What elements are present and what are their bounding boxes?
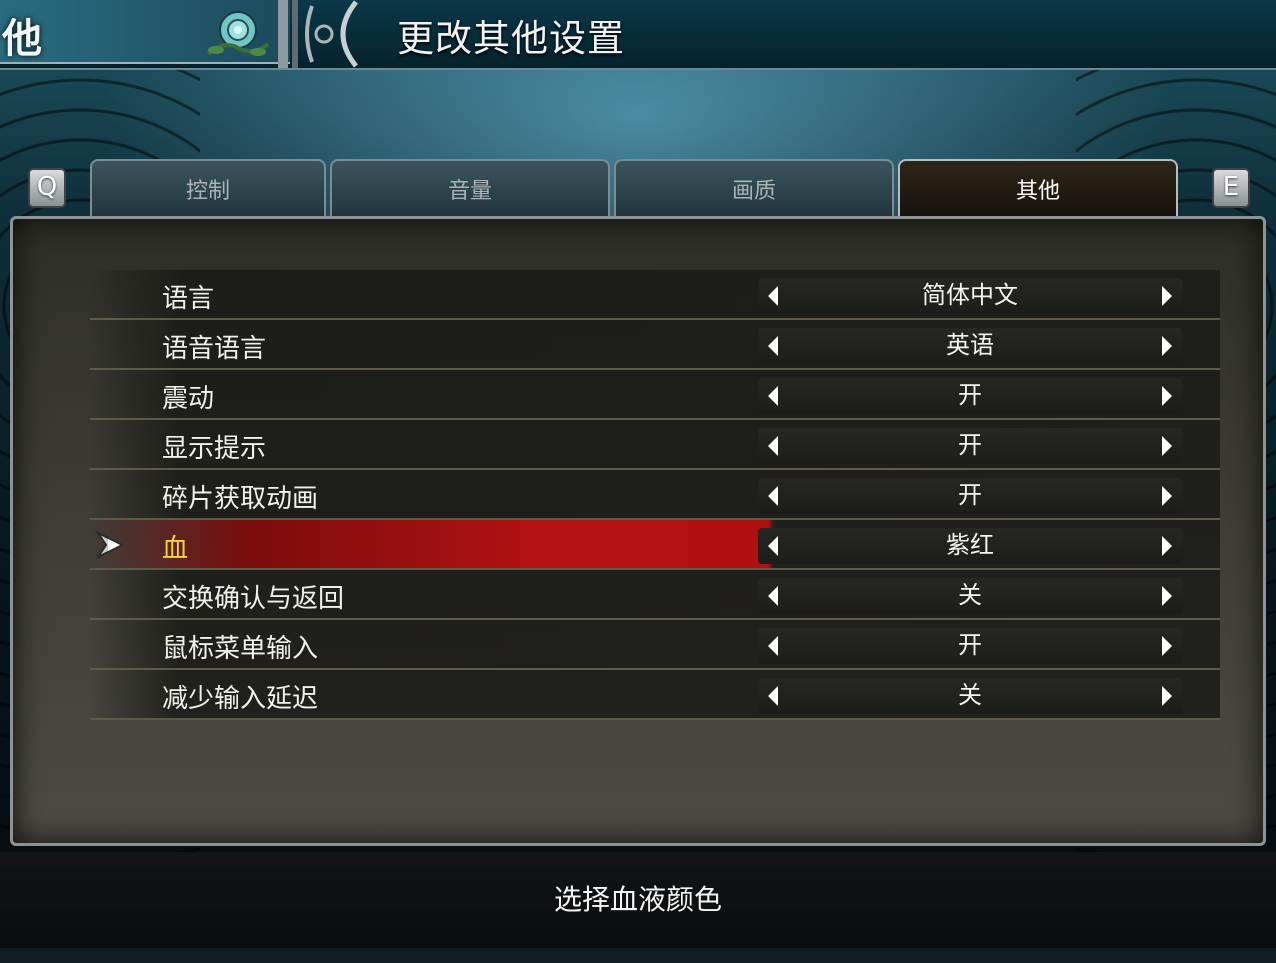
setting-row-mouse-menu-input[interactable]: 鼠标菜单输入 开 — [90, 620, 1220, 670]
setting-row-reduce-input-lag[interactable]: 减少输入延迟 关 — [90, 670, 1220, 720]
setting-label: 碎片获取动画 — [162, 484, 319, 514]
option-selector[interactable]: 紫红 — [758, 528, 1182, 564]
arrow-right-icon[interactable] — [1154, 632, 1178, 660]
setting-row-shard-animation[interactable]: 碎片获取动画 开 — [90, 470, 1220, 520]
tab-other[interactable]: 其他 — [898, 159, 1178, 217]
arrow-right-icon[interactable] — [1154, 332, 1178, 360]
rose-emblem-icon — [206, 11, 270, 56]
tab-controls[interactable]: 控制 — [90, 159, 326, 217]
option-value: 紫红 — [946, 531, 994, 559]
arrow-left-icon[interactable] — [762, 332, 786, 360]
setting-row-swap-confirm-back[interactable]: 交换确认与返回 关 — [90, 570, 1220, 620]
arrow-right-icon[interactable] — [1154, 682, 1178, 710]
option-selector[interactable]: 关 — [758, 578, 1182, 614]
arrow-left-icon[interactable] — [762, 582, 786, 610]
previous-menu-text: 他 — [2, 16, 42, 62]
setting-label: 语言 — [162, 284, 215, 314]
option-value: 开 — [958, 631, 982, 659]
setting-row-show-hints[interactable]: 显示提示 开 — [90, 420, 1220, 470]
setting-row-blood[interactable]: 血 紫红 — [90, 520, 1220, 570]
option-selector[interactable]: 英语 — [758, 328, 1182, 364]
option-value: 开 — [958, 481, 982, 509]
arrow-left-icon[interactable] — [762, 282, 786, 310]
setting-label: 震动 — [162, 384, 215, 414]
option-value: 关 — [958, 581, 982, 609]
option-selector[interactable]: 开 — [758, 628, 1182, 664]
setting-label: 交换确认与返回 — [162, 584, 345, 614]
setting-label: 鼠标菜单输入 — [162, 634, 319, 664]
ornament-icon — [278, 0, 358, 68]
arrow-left-icon[interactable] — [762, 682, 786, 710]
selection-cursor-icon — [96, 530, 125, 560]
option-selector[interactable]: 开 — [758, 378, 1182, 414]
setting-row-voice-language[interactable]: 语音语言 英语 — [90, 320, 1220, 370]
tab-graphics[interactable]: 画质 — [614, 159, 894, 217]
setting-label: 语音语言 — [162, 334, 267, 364]
arrow-right-icon[interactable] — [1154, 382, 1178, 410]
arrow-right-icon[interactable] — [1154, 532, 1178, 560]
help-text: 选择血液颜色 — [553, 883, 722, 916]
option-value: 开 — [958, 431, 982, 459]
arrow-left-icon[interactable] — [762, 482, 786, 510]
page-title: 更改其他设置 — [397, 17, 625, 60]
option-value: 英语 — [946, 331, 994, 359]
arrow-right-icon[interactable] — [1154, 582, 1178, 610]
arrow-right-icon[interactable] — [1154, 282, 1178, 310]
arrow-right-icon[interactable] — [1154, 482, 1178, 510]
option-selector[interactable]: 开 — [758, 428, 1182, 464]
option-value: 关 — [958, 681, 982, 709]
title-bar: 他 更改其他设置 — [0, 0, 1276, 70]
option-value: 简体中文 — [922, 281, 1018, 309]
bottom-strip — [0, 948, 1276, 963]
option-selector[interactable]: 关 — [758, 678, 1182, 714]
setting-label: 显示提示 — [162, 434, 267, 464]
option-selector[interactable]: 简体中文 — [758, 278, 1182, 314]
next-tab-key-button[interactable]: E — [1212, 168, 1250, 208]
arrow-left-icon[interactable] — [762, 432, 786, 460]
option-value: 开 — [958, 381, 982, 409]
setting-row-vibration[interactable]: 震动 开 — [90, 370, 1220, 420]
settings-list: 语言 简体中文 语音语言 英语 震动 开 显示提示 开 碎片获取动画 开 血 紫… — [90, 270, 1220, 720]
arrow-left-icon[interactable] — [762, 632, 786, 660]
setting-label: 血 — [162, 534, 189, 564]
option-selector[interactable]: 开 — [758, 478, 1182, 514]
prev-tab-key-button[interactable]: Q — [28, 168, 66, 208]
tab-volume[interactable]: 音量 — [330, 159, 610, 217]
setting-row-language[interactable]: 语言 简体中文 — [90, 270, 1220, 320]
arrow-right-icon[interactable] — [1154, 432, 1178, 460]
setting-label: 减少输入延迟 — [162, 684, 319, 714]
arrow-left-icon[interactable] — [762, 532, 786, 560]
arrow-left-icon[interactable] — [762, 382, 786, 410]
